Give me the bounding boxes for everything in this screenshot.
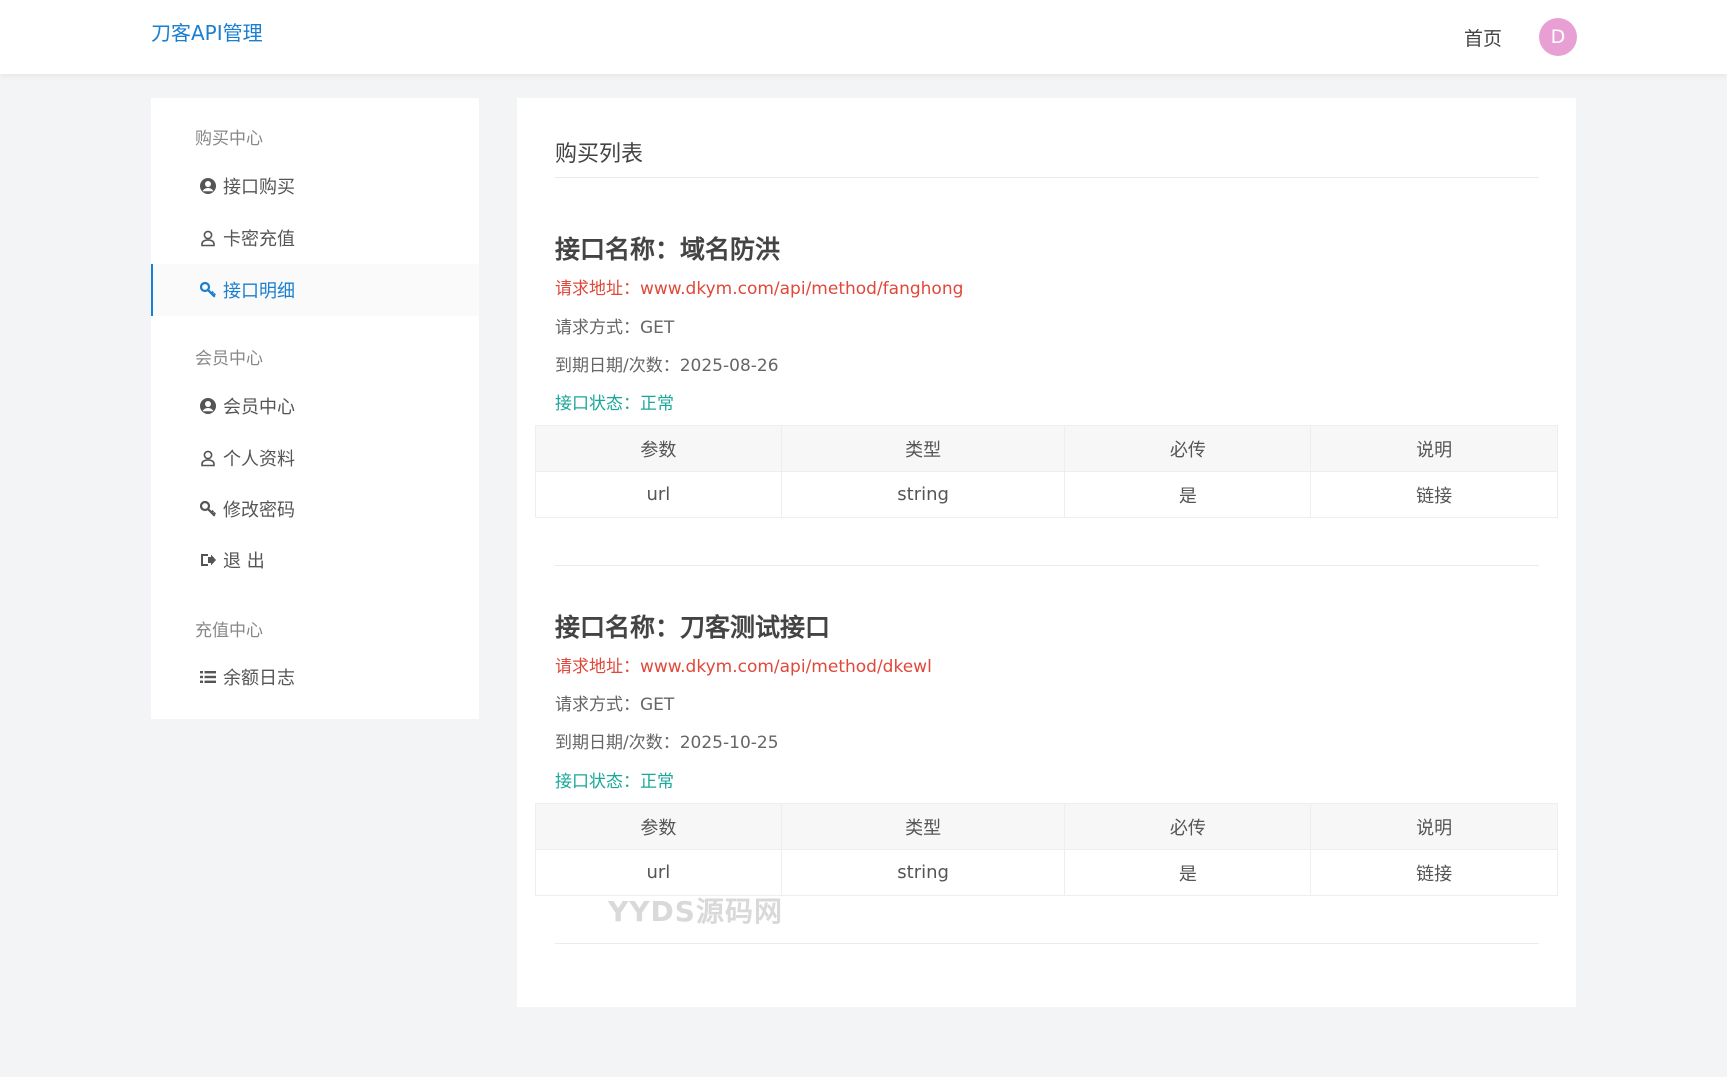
- table-row: url string 是 链接: [535, 849, 1558, 896]
- table-cell: 链接: [1310, 849, 1558, 896]
- page-title: 购买列表: [555, 142, 644, 167]
- table-cell: 是: [1064, 471, 1312, 518]
- api-expire: 2025-08-26: [679, 356, 779, 376]
- main-panel: 购买列表 接口名称：域名防洪 请求地址：www.dkym.com/api/met…: [517, 98, 1576, 1007]
- sidebar-item-api-purchase[interactable]: 接口购买: [151, 160, 479, 212]
- key-icon: [199, 500, 217, 518]
- table-header-row: 参数 类型 必传 说明: [535, 425, 1558, 472]
- table-header-row: 参数 类型 必传 说明: [535, 803, 1558, 850]
- table-cell: 是: [1064, 849, 1312, 896]
- sidebar-item-change-password[interactable]: 修改密码: [151, 483, 479, 535]
- api-status-line: 接口状态：正常: [555, 767, 674, 792]
- nav-home-link[interactable]: 首页: [1464, 24, 1502, 51]
- sidebar-section-purchase-title: 购买中心: [195, 129, 263, 149]
- sidebar-item-profile[interactable]: 个人资料: [151, 432, 479, 484]
- api-status-label: 接口状态：: [555, 394, 640, 414]
- sidebar-section-recharge-title: 充值中心: [195, 621, 263, 641]
- user-outline-icon: [199, 229, 217, 247]
- api-method-label: 请求方式：: [555, 318, 640, 338]
- api-url-label: 请求地址：: [555, 657, 640, 677]
- column-header-param: 参数: [535, 425, 782, 472]
- api-status-label: 接口状态：: [555, 772, 640, 792]
- divider: [555, 943, 1539, 944]
- table-cell: url: [535, 849, 782, 896]
- avatar[interactable]: D: [1539, 18, 1577, 56]
- api-expire-label: 到期日期/次数：: [555, 356, 680, 376]
- api-status: 正常: [640, 772, 674, 792]
- sidebar-item-label: 余额日志: [223, 668, 295, 689]
- column-header-required: 必传: [1064, 803, 1312, 850]
- brand-logo[interactable]: 刀客API管理: [151, 17, 263, 46]
- api-method-label: 请求方式：: [555, 695, 640, 715]
- top-header: 刀客API管理 首页 D: [0, 0, 1727, 74]
- params-table: 参数 类型 必传 说明 url string 是 链接: [535, 425, 1558, 518]
- sidebar-item-label: 退 出: [223, 551, 265, 572]
- sign-out-icon: [199, 551, 217, 569]
- api-expire-label: 到期日期/次数：: [555, 733, 680, 753]
- sidebar-item-card-recharge[interactable]: 卡密充值: [151, 212, 479, 264]
- sidebar-item-label: 卡密充值: [223, 229, 295, 250]
- column-header-type: 类型: [780, 425, 1066, 472]
- sidebar-item-balance-log[interactable]: 余额日志: [151, 651, 479, 703]
- table-cell: url: [535, 471, 782, 518]
- watermark: YYDS源码网: [608, 895, 783, 928]
- api-expire-line: 到期日期/次数：2025-10-25: [555, 728, 779, 753]
- user-outline-icon: [199, 449, 217, 467]
- api-name: 接口名称：刀客测试接口: [555, 613, 831, 642]
- api-method: GET: [640, 695, 675, 715]
- api-status-line: 接口状态：正常: [555, 389, 674, 414]
- key-icon: [199, 281, 217, 299]
- sidebar-item-label: 修改密码: [223, 500, 295, 521]
- table-row: url string 是 链接: [535, 471, 1558, 518]
- sidebar-item-member-center[interactable]: 会员中心: [151, 380, 479, 432]
- list-icon: [199, 668, 217, 686]
- table-cell: string: [780, 471, 1066, 518]
- user-circle-icon: [199, 177, 217, 195]
- api-name: 接口名称：域名防洪: [555, 235, 781, 264]
- api-expire-line: 到期日期/次数：2025-08-26: [555, 351, 779, 376]
- column-header-required: 必传: [1064, 425, 1312, 472]
- sidebar-item-api-detail[interactable]: 接口明细: [151, 264, 479, 316]
- api-url-line: 请求地址：www.dkym.com/api/method/fanghong: [555, 274, 963, 299]
- column-header-desc: 说明: [1310, 425, 1558, 472]
- column-header-type: 类型: [780, 803, 1066, 850]
- params-table: 参数 类型 必传 说明 url string 是 链接: [535, 803, 1558, 896]
- divider: [555, 565, 1539, 566]
- sidebar-item-label: 接口购买: [223, 177, 295, 198]
- api-url[interactable]: www.dkym.com/api/method/fanghong: [640, 279, 963, 299]
- sidebar-item-label: 个人资料: [223, 449, 295, 470]
- api-method: GET: [640, 318, 675, 338]
- api-url[interactable]: www.dkym.com/api/method/dkewl: [640, 657, 932, 677]
- user-circle-icon: [199, 397, 217, 415]
- api-status: 正常: [640, 394, 674, 414]
- table-cell: 链接: [1310, 471, 1558, 518]
- divider: [555, 177, 1539, 178]
- sidebar-section-member-title: 会员中心: [195, 349, 263, 369]
- sidebar: 购买中心 接口购买 卡密充值 接口明细 会员中心 会员中心 个人资料 修改密码 …: [151, 98, 479, 719]
- api-method-line: 请求方式：GET: [555, 690, 674, 715]
- sidebar-item-label: 会员中心: [223, 397, 295, 418]
- api-method-line: 请求方式：GET: [555, 313, 674, 338]
- sidebar-item-label: 接口明细: [223, 281, 295, 302]
- table-cell: string: [780, 849, 1066, 896]
- sidebar-item-logout[interactable]: 退 出: [151, 534, 479, 586]
- column-header-desc: 说明: [1310, 803, 1558, 850]
- api-url-line: 请求地址：www.dkym.com/api/method/dkewl: [555, 652, 932, 677]
- api-expire: 2025-10-25: [679, 733, 779, 753]
- api-url-label: 请求地址：: [555, 279, 640, 299]
- column-header-param: 参数: [535, 803, 782, 850]
